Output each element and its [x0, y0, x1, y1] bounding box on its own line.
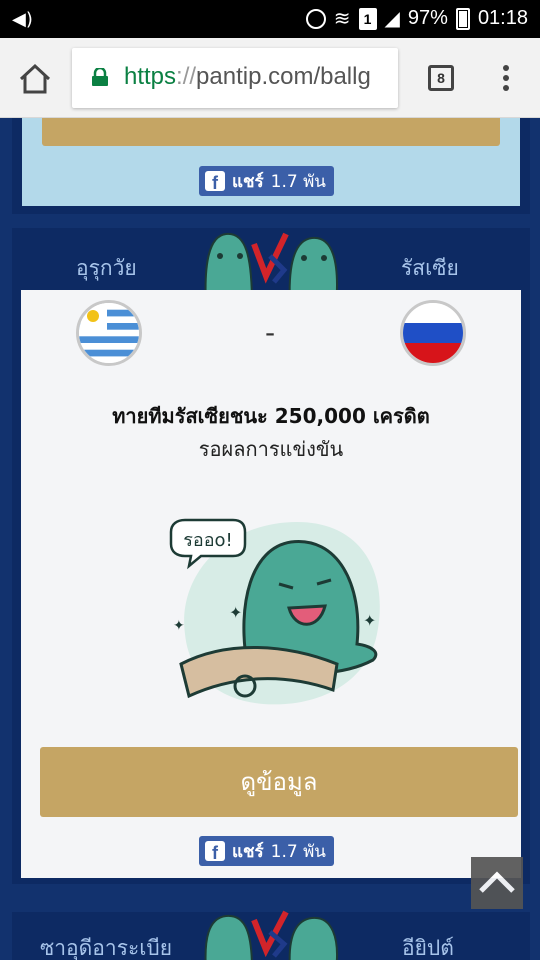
browser-toolbar: https://pantip.com/ballg 8	[0, 38, 540, 118]
overflow-menu-button[interactable]	[496, 62, 516, 96]
away-team-name: อียิปต์	[402, 936, 454, 960]
url-scheme: https	[124, 63, 177, 90]
away-team-name: รัสเซีย	[401, 256, 459, 280]
home-button[interactable]	[16, 60, 54, 98]
match-score: -	[265, 316, 276, 349]
share-label: แชร์	[232, 841, 264, 862]
tab-switcher-button[interactable]: 8	[428, 65, 454, 91]
volume-icon: ◀)	[12, 9, 33, 30]
wifi-icon: ≋	[333, 8, 351, 30]
uruguay-flag-icon	[76, 300, 142, 366]
view-info-button[interactable]: ดูข้อมูล	[40, 747, 518, 817]
url-separator: ://	[176, 63, 197, 90]
alarm-icon	[305, 8, 326, 29]
share-label: แชร์	[232, 171, 264, 192]
lock-icon	[92, 68, 108, 86]
url-host: pantip.com/ballg	[196, 63, 371, 90]
share-count: 1.7 พัน	[270, 171, 326, 192]
battery-percent: 97%	[407, 7, 448, 29]
home-team-name: อุรุกวัย	[76, 256, 137, 280]
sim-icon: 1	[358, 7, 377, 30]
waiting-mascot-sticker: รออo! ✦ ✦ ✦	[169, 518, 380, 705]
info-button[interactable]	[42, 118, 500, 146]
url-text: https://pantip.com/ballg	[124, 63, 371, 91]
facebook-share-button[interactable]: f แชร์ 1.7 พัน	[199, 166, 334, 196]
match-card-previous: f แชร์ 1.7 พัน	[12, 118, 530, 214]
home-team-name: ซาอุดีอาระเบีย	[40, 936, 173, 960]
sticker-text: รออo!	[183, 530, 233, 551]
svg-text:✦: ✦	[173, 618, 185, 634]
signal-icon: ◢	[384, 8, 400, 30]
match-card: อุรุกวัย รัสเซีย - ทายทีมรัสเซียชนะ 250,…	[12, 228, 530, 884]
clock: 01:18	[477, 7, 528, 29]
svg-text:✦: ✦	[363, 611, 376, 630]
status-bar: ◀) ≋ 1 ◢ 97% 01:18	[0, 0, 540, 38]
battery-icon	[455, 7, 470, 30]
facebook-share-button[interactable]: f แชร์ 1.7 พัน	[199, 836, 334, 866]
url-bar[interactable]: https://pantip.com/ballg	[72, 48, 398, 108]
match-card-next: ซาอุดีอาระเบีย อียิปต์	[12, 910, 530, 960]
vs-mascot-icon	[204, 910, 338, 960]
svg-text:✦: ✦	[229, 603, 242, 622]
scroll-to-top-button[interactable]	[471, 857, 523, 909]
chevron-up-icon	[479, 871, 515, 893]
match-card-body: - ทายทีมรัสเซียชนะ 250,000 เครดิต รอผลกา…	[21, 290, 521, 878]
russia-flag-icon	[400, 300, 466, 366]
facebook-icon: f	[205, 841, 225, 861]
facebook-icon: f	[205, 171, 225, 191]
bet-status: รอผลการแข่งขัน	[198, 437, 344, 461]
bet-title: ทายทีมรัสเซียชนะ 250,000 เครดิต	[112, 404, 430, 428]
home-icon	[19, 63, 51, 94]
share-count: 1.7 พัน	[270, 841, 326, 862]
